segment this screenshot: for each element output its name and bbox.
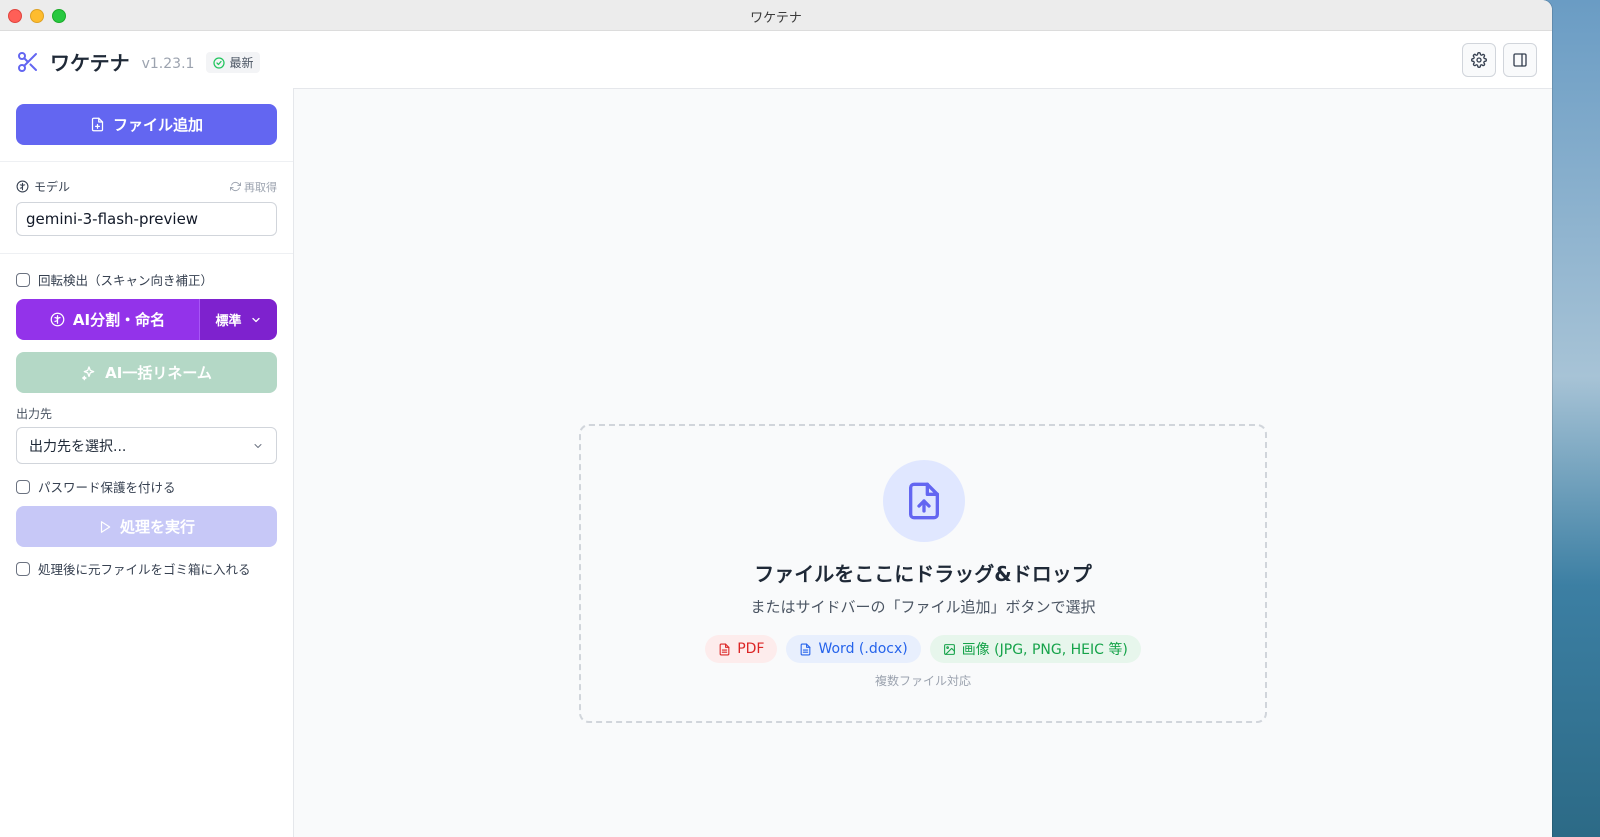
password-check-row[interactable]: パスワード保護を付ける	[16, 477, 176, 496]
refresh-icon	[230, 181, 241, 192]
app-header: ワケテナ v1.23.1 最新	[0, 31, 1552, 89]
supported-formats: PDF Word (.docx) 画像 (JPG, PNG, HEIC 等)	[581, 635, 1265, 663]
ai-split-button-group: AI分割・命名 標準	[16, 299, 277, 340]
trash-check-row[interactable]: 処理後に元ファイルをゴミ箱に入れる	[16, 559, 251, 578]
format-chip-word: Word (.docx)	[786, 635, 921, 663]
password-checkbox[interactable]	[16, 479, 30, 494]
chevron-down-icon	[251, 317, 260, 322]
ai-rename-label: AI一括リネーム	[105, 364, 212, 382]
add-file-button[interactable]: ファイル追加	[16, 104, 277, 145]
output-select[interactable]: 出力先を選択...	[16, 427, 277, 464]
brain-icon	[50, 312, 65, 327]
refetch-models-button[interactable]: 再取得	[230, 179, 277, 195]
sidebar-panel-icon	[1513, 53, 1527, 67]
rotation-check-row[interactable]: 回転検出（スキャン向き補正）	[16, 270, 213, 289]
rotation-checkbox[interactable]	[16, 272, 30, 287]
brain-icon	[16, 180, 29, 193]
sidebar-divider	[0, 253, 293, 254]
ai-split-mode-label: 標準	[215, 314, 242, 329]
password-check-label: パスワード保護を付ける	[38, 480, 176, 495]
sidebar-divider	[0, 161, 293, 162]
rotation-check-label: 回転検出（スキャン向き補正）	[38, 273, 214, 288]
app-name: ワケテナ	[50, 51, 130, 75]
run-button[interactable]: 処理を実行	[16, 506, 277, 547]
file-drop-zone[interactable]: ファイルをここにドラッグ&ドロップ またはサイドバーの「ファイル追加」ボタンで選…	[579, 424, 1267, 723]
scissors-icon	[18, 51, 37, 72]
run-label: 処理を実行	[119, 518, 195, 536]
file-text-icon	[801, 643, 811, 655]
file-text-icon	[719, 643, 730, 655]
model-label-text: モデル	[34, 180, 71, 194]
drop-zone-title: ファイルをここにドラッグ&ドロップ	[754, 562, 1092, 586]
sparkles-icon	[82, 365, 95, 380]
trash-check-label: 処理後に元ファイルをゴミ箱に入れる	[38, 562, 251, 577]
ai-rename-button[interactable]: AI一括リネーム	[16, 352, 277, 393]
drop-zone-note: 複数ファイル対応	[874, 674, 971, 688]
format-chip-pdf-label: PDF	[737, 641, 765, 657]
model-input[interactable]	[16, 202, 277, 236]
add-file-label: ファイル追加	[112, 116, 203, 134]
model-label: モデル	[16, 178, 70, 195]
settings-button[interactable]	[1462, 43, 1496, 77]
upload-icon-circle	[883, 460, 965, 542]
output-label: 出力先	[16, 407, 53, 421]
refetch-label: 再取得	[244, 180, 277, 194]
toggle-panel-button[interactable]	[1503, 43, 1537, 77]
format-chip-image: 画像 (JPG, PNG, HEIC 等)	[929, 635, 1141, 663]
status-badge-label: 最新	[229, 56, 254, 70]
check-circle-icon	[213, 56, 226, 69]
format-chip-word-label: Word (.docx)	[818, 641, 908, 657]
file-upload-icon	[909, 482, 939, 520]
status-badge: 最新	[206, 52, 261, 73]
app-version: v1.23.1	[141, 55, 195, 72]
drop-zone-subtitle: またはサイドバーの「ファイル追加」ボタンで選択	[750, 598, 1096, 616]
window-title: ワケテナ	[750, 11, 802, 26]
format-chip-image-label: 画像 (JPG, PNG, HEIC 等)	[961, 642, 1128, 658]
chevron-down-icon	[254, 443, 262, 448]
play-icon	[100, 520, 111, 533]
trash-checkbox[interactable]	[16, 561, 30, 576]
format-chip-pdf: PDF	[705, 635, 778, 663]
brand: ワケテナ v1.23.1 最新	[16, 47, 261, 76]
output-select-value: 出力先を選択...	[29, 438, 127, 455]
title-bar: ワケテナ	[0, 0, 1552, 31]
ai-split-mode-dropdown[interactable]: 標準	[199, 299, 277, 340]
ai-split-button[interactable]: AI分割・命名	[16, 299, 199, 340]
gear-icon	[1471, 52, 1487, 68]
sidebar: ファイル追加 モデル 再取得 回転検出（スキャン向き補正）	[0, 88, 294, 837]
file-plus-icon	[91, 117, 104, 132]
model-label-row: モデル 再取得	[16, 178, 277, 195]
ai-split-label: AI分割・命名	[72, 311, 166, 329]
image-icon	[943, 643, 955, 655]
app-window: ワケテナ ワケテナ v1.23.1 最新 ファイル追加 モデル 再取得 gemi…	[0, 0, 1552, 837]
